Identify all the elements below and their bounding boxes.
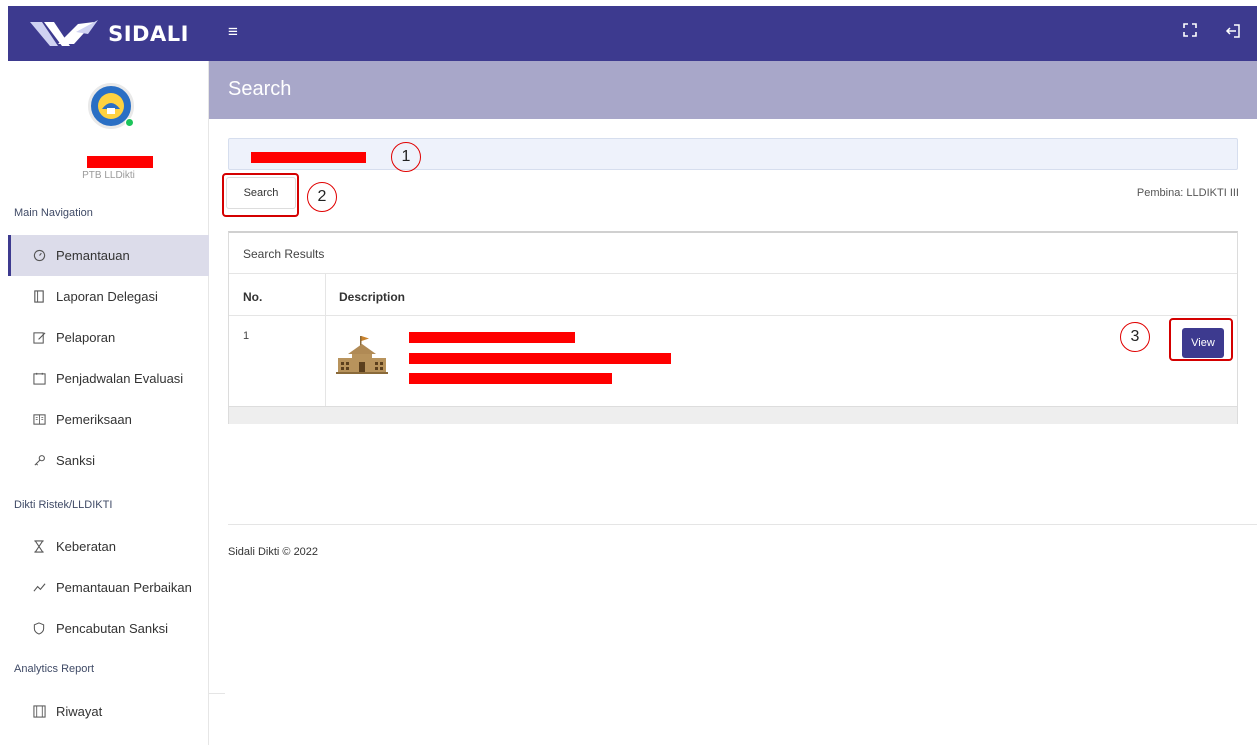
nav-header-main: Main Navigation [14, 207, 93, 219]
nav-header-analytics: Analytics Report [14, 663, 95, 675]
sidebar-item-pemeriksaan[interactable]: Pemeriksaan [8, 399, 209, 440]
fullscreen-icon[interactable] [1183, 23, 1197, 37]
annotation-highlight-box [222, 173, 299, 217]
annotation-marker: 2 [307, 182, 337, 212]
column-divider [325, 274, 326, 406]
sidebar-item-pelaporan[interactable]: Pelaporan [8, 317, 209, 358]
hourglass-icon [32, 540, 46, 554]
annotation-marker: 1 [391, 142, 421, 172]
table-footer [229, 406, 1237, 424]
sidebar-item-label: Pemantauan Perbaikan [56, 580, 192, 595]
user-role: PTB LLDikti [82, 170, 135, 181]
gauge-icon [32, 249, 46, 263]
book-icon [32, 413, 46, 427]
row-number: 1 [243, 330, 250, 342]
footer-divider [228, 524, 1257, 525]
content-header: Search [209, 61, 1257, 119]
sidebar-item-pemantauan-perbaikan[interactable]: Pemantauan Perbaikan [8, 567, 209, 608]
school-building-icon [336, 336, 388, 374]
page-title: Search [228, 78, 292, 100]
menu-toggle-icon[interactable]: ≡ [228, 22, 244, 42]
sidebar-item-label: Penjadwalan Evaluasi [56, 371, 184, 386]
divider [209, 693, 225, 694]
pembina-label: Pembina: LLDIKTI III [1136, 187, 1239, 199]
online-status-dot [125, 118, 134, 127]
sidebar-item-label: Pelaporan [56, 330, 116, 345]
sidebar-item-label: Riwayat [56, 704, 103, 719]
description-line-redacted [409, 332, 575, 343]
nav-header-dikti: Dikti Ristek/LLDIKTI [14, 499, 113, 511]
history-icon [32, 705, 46, 719]
sidebar-item-laporan-delegasi[interactable]: Laporan Delegasi [8, 276, 209, 317]
sidebar-item-pemantauan[interactable]: Pemantauan [8, 235, 209, 276]
calendar-icon [32, 372, 46, 386]
sidebar-item-label: Pemantauan [56, 248, 130, 263]
brand-logo-icon [30, 19, 99, 46]
column-header-description: Description [339, 290, 406, 304]
sidebar-item-penjadwalan-evaluasi[interactable]: Penjadwalan Evaluasi [8, 358, 209, 399]
divider [229, 273, 1237, 274]
sidebar-item-label: Laporan Delegasi [56, 289, 158, 304]
sidebar-item-label: Sanksi [56, 453, 96, 468]
annotation-highlight-box [1169, 318, 1233, 361]
logout-icon[interactable] [1225, 23, 1241, 39]
column-header-no: No. [243, 290, 263, 304]
sidebar-item-label: Pemeriksaan [56, 412, 132, 427]
trend-icon [32, 581, 46, 595]
results-title: Search Results [243, 247, 325, 261]
search-results-panel: Search Results No. Description 1 View [228, 231, 1238, 424]
footer-copyright: Sidali Dikti © 2022 [228, 546, 319, 558]
brand[interactable]: SIDALI [8, 6, 209, 61]
avatar[interactable] [88, 83, 134, 129]
sidebar-item-label: Keberatan [56, 539, 116, 554]
divider [229, 315, 1237, 316]
brand-name: SIDALI [108, 21, 189, 46]
search-input[interactable] [228, 138, 1238, 170]
search-value-redacted [251, 152, 366, 163]
top-navbar: SIDALI ≡ [8, 6, 1257, 61]
institution-emblem-icon [98, 93, 124, 119]
description-line-redacted [409, 353, 671, 364]
sidebar-item-label: Pencabutan Sanksi [56, 621, 169, 636]
sidebar: PTB LLDikti Main Navigation Pemantauan L… [8, 61, 209, 745]
sidebar-item-riwayat[interactable]: Riwayat [8, 691, 209, 732]
sidebar-item-keberatan[interactable]: Keberatan [8, 526, 209, 567]
sidebar-item-pencabutan-sanksi[interactable]: Pencabutan Sanksi [8, 608, 209, 649]
description-line-redacted [409, 373, 612, 384]
sidebar-item-sanksi[interactable]: Sanksi [8, 440, 209, 481]
user-name-redacted [87, 156, 153, 168]
file-icon [32, 290, 46, 304]
shield-icon [32, 622, 46, 636]
key-icon [32, 454, 46, 468]
annotation-marker: 3 [1120, 322, 1150, 352]
edit-icon [32, 331, 46, 345]
